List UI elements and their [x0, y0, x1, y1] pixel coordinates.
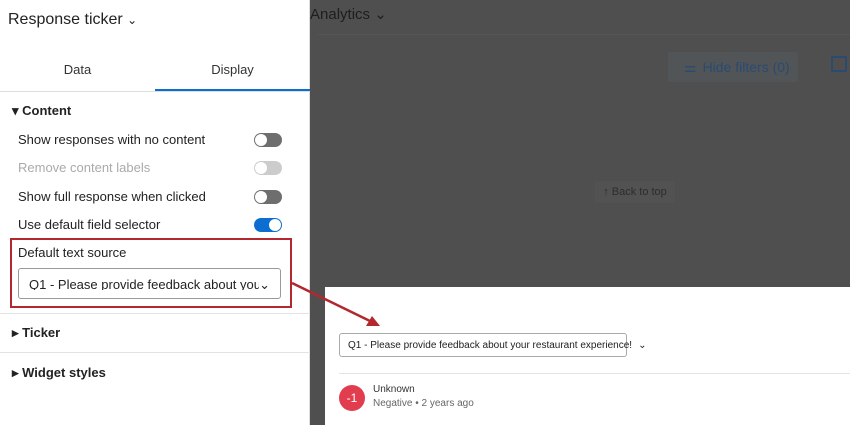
annotation-arrow — [291, 281, 380, 326]
